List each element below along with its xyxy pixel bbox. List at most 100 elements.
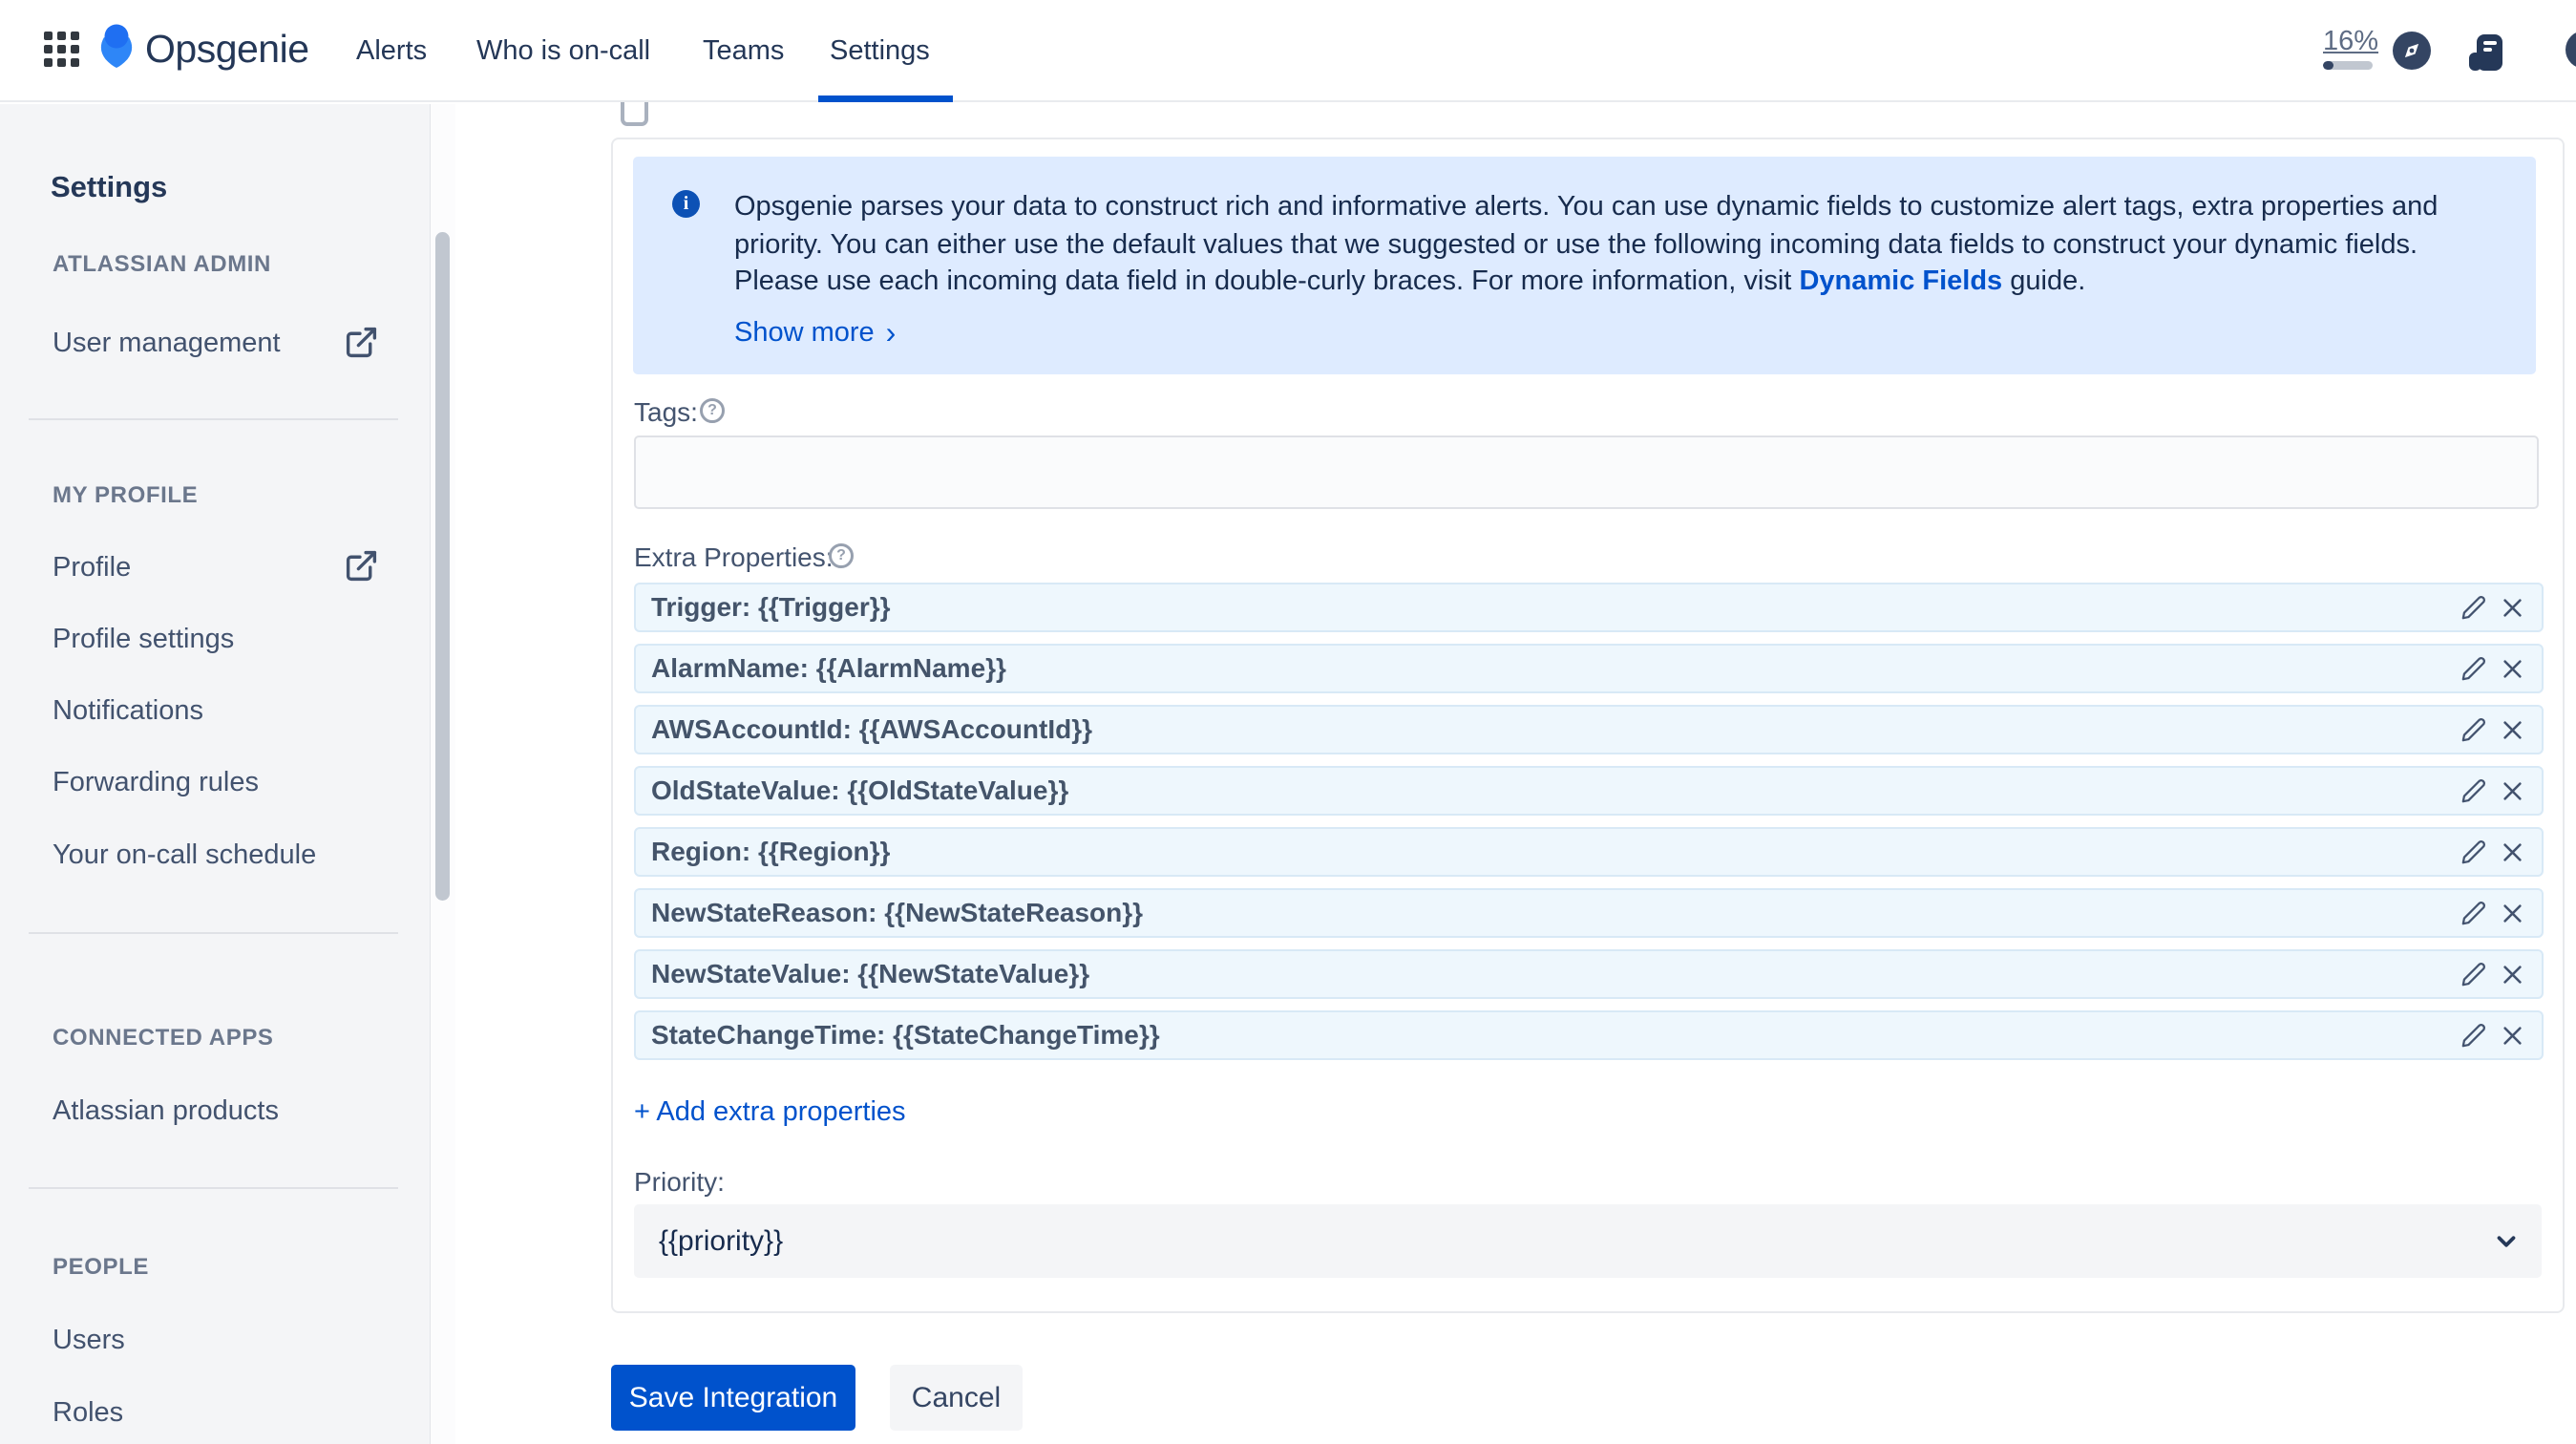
extra-property-row: Trigger: {{Trigger}} <box>634 583 2544 632</box>
grid-dot <box>57 58 66 67</box>
edit-icon[interactable] <box>2460 656 2486 682</box>
nav-alerts[interactable]: Alerts <box>356 35 427 67</box>
show-more-label: Show more <box>734 317 875 348</box>
extra-property-value: NewStateValue: {{NewStateValue}} <box>651 959 1090 988</box>
external-link-icon <box>346 550 377 582</box>
delete-icon[interactable] <box>2500 595 2525 621</box>
extra-property-value: AlarmName: {{AlarmName}} <box>651 653 1006 683</box>
add-extra-properties-link[interactable]: + Add extra properties <box>634 1096 906 1128</box>
delete-icon[interactable] <box>2500 962 2525 987</box>
extra-properties-label: Extra Properties: <box>634 542 834 572</box>
sidebar-section-connected-apps: CONNECTED APPS <box>53 1025 274 1051</box>
priority-label: Priority: <box>634 1167 725 1197</box>
extra-property-row: StateChangeTime: {{StateChangeTime}} <box>634 1010 2544 1060</box>
edit-icon[interactable] <box>2460 595 2486 621</box>
tags-input[interactable] <box>634 435 2539 509</box>
banner-text-line3: Please use each incoming data field in d… <box>734 265 2085 297</box>
sidebar-scrollbar-thumb[interactable] <box>435 232 450 901</box>
usage-percent[interactable]: 16% <box>2323 26 2378 57</box>
sidebar-item-roles[interactable]: Roles <box>53 1397 123 1429</box>
sidebar-divider <box>29 418 398 420</box>
sidebar-item-user-management[interactable]: User management <box>53 328 281 359</box>
compass-icon[interactable] <box>2393 32 2431 70</box>
extra-property-row: Region: {{Region}} <box>634 827 2544 877</box>
extra-property-row: NewStateReason: {{NewStateReason}} <box>634 888 2544 938</box>
opsgenie-logo-icon[interactable] <box>95 24 137 74</box>
show-more-link[interactable]: Show more › <box>734 317 896 349</box>
extra-property-value: StateChangeTime: {{StateChangeTime}} <box>651 1020 1160 1050</box>
edit-icon[interactable] <box>2460 778 2486 804</box>
chevron-right-icon: › <box>885 315 897 350</box>
sidebar-title: Settings <box>51 170 168 203</box>
extra-properties-help-icon[interactable]: ? <box>829 543 854 568</box>
nav-settings-active-underline <box>818 96 953 102</box>
chevron-down-icon <box>2497 1235 2516 1247</box>
tags-help-icon[interactable]: ? <box>700 398 725 423</box>
top-navigation-bar: Opsgenie Alerts Who is on-call Teams Set… <box>0 0 2576 102</box>
sidebar-item-users[interactable]: Users <box>53 1325 125 1356</box>
cancel-button[interactable]: Cancel <box>890 1365 1023 1431</box>
sidebar-divider <box>29 1187 398 1189</box>
tags-label: Tags: <box>634 397 698 427</box>
sidebar-item-atlassian-products[interactable]: Atlassian products <box>53 1095 279 1127</box>
nav-who-is-on-call[interactable]: Who is on-call <box>476 35 650 67</box>
extra-properties-list: Trigger: {{Trigger}} AlarmName: {{AlarmN… <box>634 583 2544 1060</box>
external-link-icon <box>346 327 377 358</box>
extra-property-row: NewStateValue: {{NewStateValue}} <box>634 949 2544 999</box>
nav-settings[interactable]: Settings <box>830 35 930 67</box>
banner-text-line3-pre: Please use each incoming data field in d… <box>734 265 1800 296</box>
usage-progress-track <box>2323 61 2373 70</box>
banner-text-line3-post: guide. <box>2002 265 2086 296</box>
sidebar-item-profile-settings[interactable]: Profile settings <box>53 624 234 655</box>
delete-icon[interactable] <box>2500 901 2525 926</box>
app-switcher-grid-icon[interactable] <box>44 32 82 70</box>
help-icon[interactable]: ? <box>2565 31 2576 69</box>
sidebar-item-forwarding-rules[interactable]: Forwarding rules <box>53 767 259 798</box>
edit-icon[interactable] <box>2460 962 2486 987</box>
delete-icon[interactable] <box>2500 1023 2525 1049</box>
grid-dot <box>44 58 53 67</box>
delete-icon[interactable] <box>2500 778 2525 804</box>
sidebar-section-people: PEOPLE <box>53 1254 149 1280</box>
priority-selected-value: {{priority}} <box>659 1224 784 1257</box>
edit-icon[interactable] <box>2460 717 2486 743</box>
extra-property-row: AWSAccountId: {{AWSAccountId}} <box>634 705 2544 754</box>
extra-property-value: OldStateValue: {{OldStateValue}} <box>651 775 1069 805</box>
delete-icon[interactable] <box>2500 717 2525 743</box>
sidebar-item-notifications[interactable]: Notifications <box>53 695 203 727</box>
edit-icon[interactable] <box>2460 1023 2486 1049</box>
extra-property-value: AWSAccountId: {{AWSAccountId}} <box>651 714 1093 744</box>
usage-progress-fill <box>2323 61 2333 70</box>
sidebar-divider <box>29 932 398 934</box>
extra-property-value: NewStateReason: {{NewStateReason}} <box>651 898 1144 927</box>
delete-icon[interactable] <box>2500 656 2525 682</box>
delete-icon[interactable] <box>2500 839 2525 865</box>
grid-dot <box>71 32 79 40</box>
dynamic-fields-link[interactable]: Dynamic Fields <box>1799 265 2002 296</box>
grid-dot <box>57 32 66 40</box>
extra-property-value: Region: {{Region}} <box>651 837 891 866</box>
extra-property-row: OldStateValue: {{OldStateValue}} <box>634 766 2544 816</box>
banner-text-line2: priority. You can either use the default… <box>734 229 2418 260</box>
grid-dot <box>57 45 66 53</box>
grid-dot <box>71 58 79 67</box>
sidebar-item-your-on-call-schedule[interactable]: Your on-call schedule <box>53 839 316 871</box>
sidebar-item-profile[interactable]: Profile <box>53 552 131 584</box>
save-integration-button[interactable]: Save Integration <box>611 1365 855 1431</box>
banner-text-line1: Opsgenie parses your data to construct r… <box>734 191 2439 222</box>
sidebar-section-my-profile: MY PROFILE <box>53 482 199 508</box>
edit-icon[interactable] <box>2460 839 2486 865</box>
compass-needle <box>2404 43 2419 58</box>
grid-dot <box>71 45 79 53</box>
extra-property-row: AlarmName: {{AlarmName}} <box>634 644 2544 693</box>
nav-teams[interactable]: Teams <box>703 35 784 67</box>
edit-icon[interactable] <box>2460 901 2486 926</box>
sidebar-section-atlassian-admin: ATLASSIAN ADMIN <box>53 251 271 277</box>
info-icon: i <box>672 190 700 218</box>
grid-dot <box>44 45 53 53</box>
extra-property-value: Trigger: {{Trigger}} <box>651 592 891 622</box>
release-notes-icon[interactable] <box>2467 32 2509 74</box>
app-name[interactable]: Opsgenie <box>145 27 309 72</box>
grid-dot <box>44 32 53 40</box>
priority-select[interactable]: {{priority}} <box>634 1204 2542 1278</box>
